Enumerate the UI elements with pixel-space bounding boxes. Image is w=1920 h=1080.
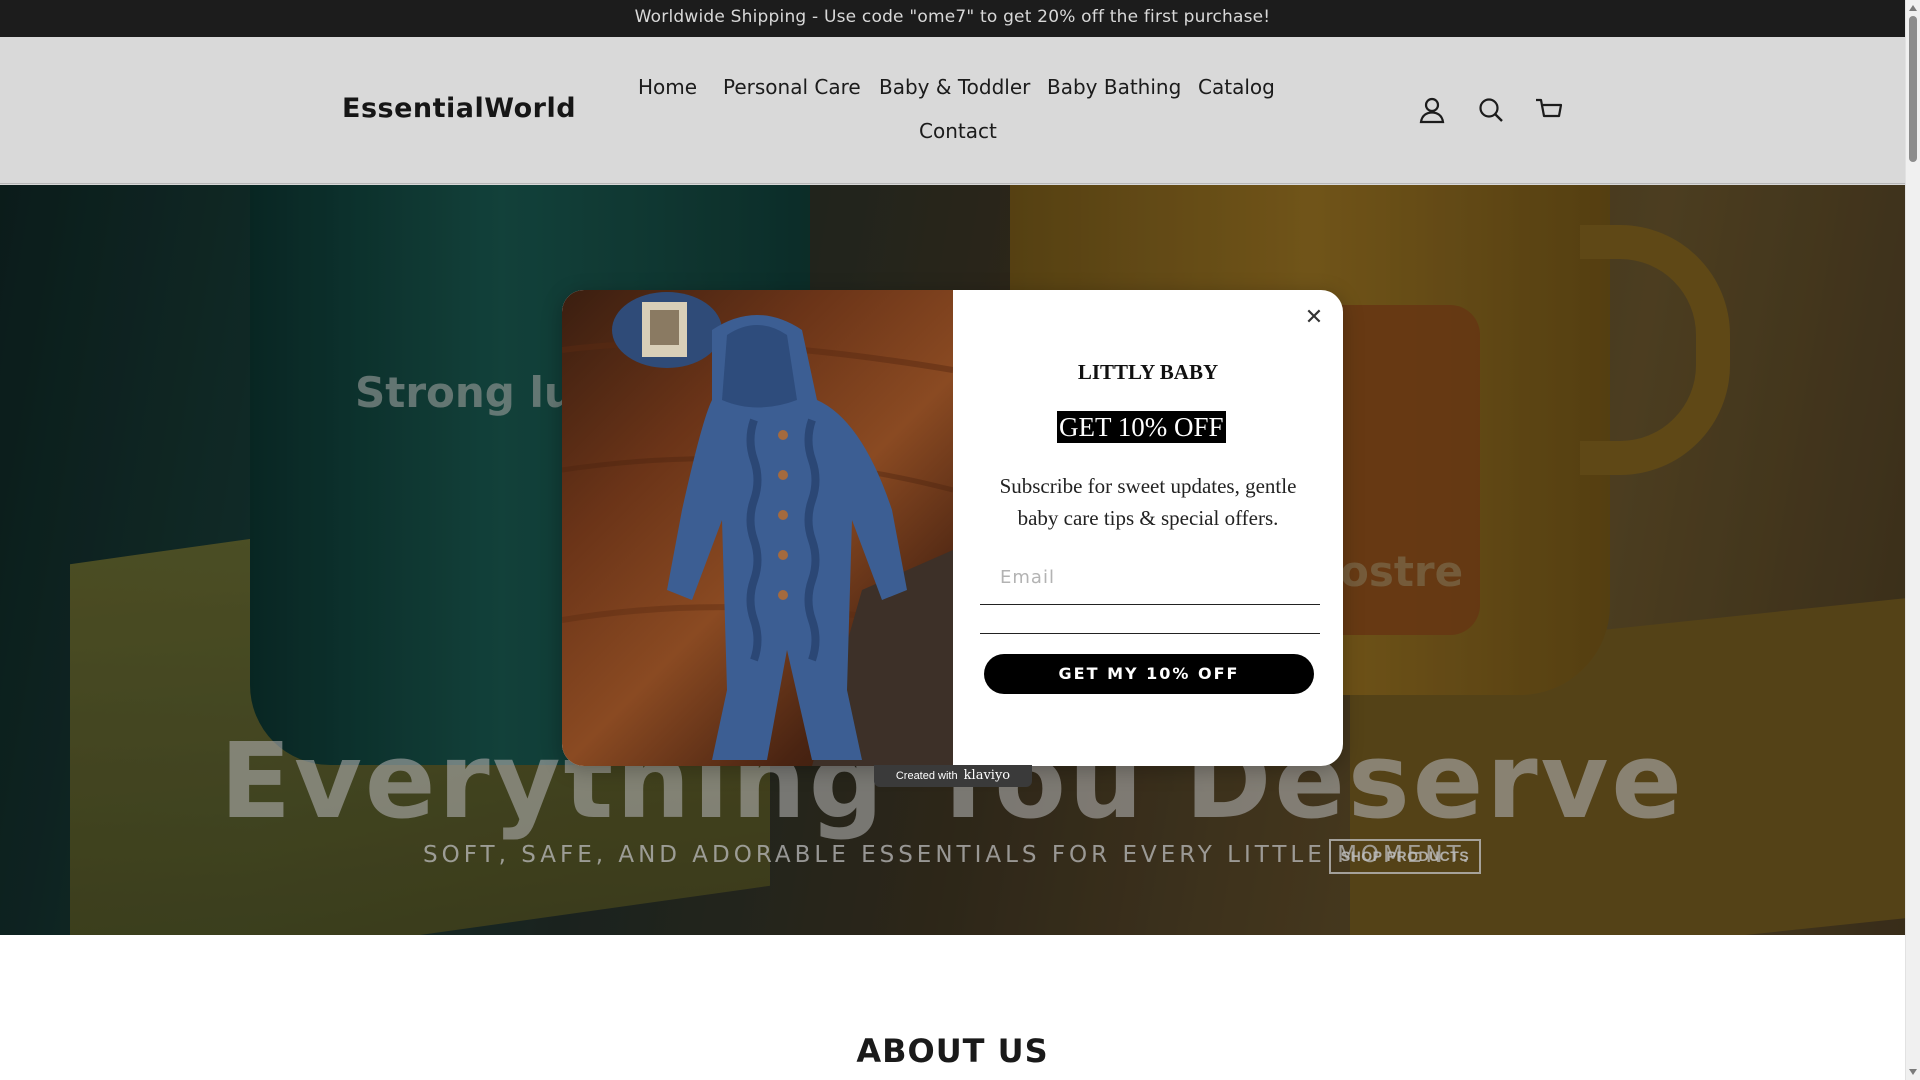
popup-brand: LITTLY BABY xyxy=(1077,360,1219,384)
badge-prefix: Created with xyxy=(895,770,958,782)
klaviyo-badge[interactable]: Created with klaviyo xyxy=(874,765,1032,787)
email-field[interactable] xyxy=(980,551,1320,605)
scroll-up-icon[interactable] xyxy=(1909,5,1917,11)
close-icon[interactable]: ✕ xyxy=(1299,302,1329,332)
announcement-text: Worldwide Shipping - Use code "ome7" to … xyxy=(634,7,1271,27)
page-scrollbar[interactable] xyxy=(1905,0,1920,1080)
signup-popup: ✕ LITTLY BABY GET 10% OFF Subscribe for … xyxy=(562,290,1343,766)
get-discount-button[interactable]: GET MY 10% OFF xyxy=(984,654,1314,694)
scrollbar-thumb[interactable] xyxy=(1909,16,1917,162)
klaviyo-logo: klaviyo xyxy=(963,768,1011,783)
popup-offer-heading: GET 10% OFF xyxy=(1057,411,1226,443)
form-divider xyxy=(980,633,1320,634)
knitted-romper-image xyxy=(562,292,953,766)
popup-description: Subscribe for sweet updates, gentle baby… xyxy=(999,474,1297,530)
announcement-bar: Worldwide Shipping - Use code "ome7" to … xyxy=(0,0,1905,37)
popup-form: ✕ LITTLY BABY GET 10% OFF Subscribe for … xyxy=(953,290,1343,766)
popup-image xyxy=(562,290,953,766)
about-heading: ABOUT US xyxy=(856,1032,1049,1070)
scroll-down-icon[interactable] xyxy=(1909,1069,1917,1075)
